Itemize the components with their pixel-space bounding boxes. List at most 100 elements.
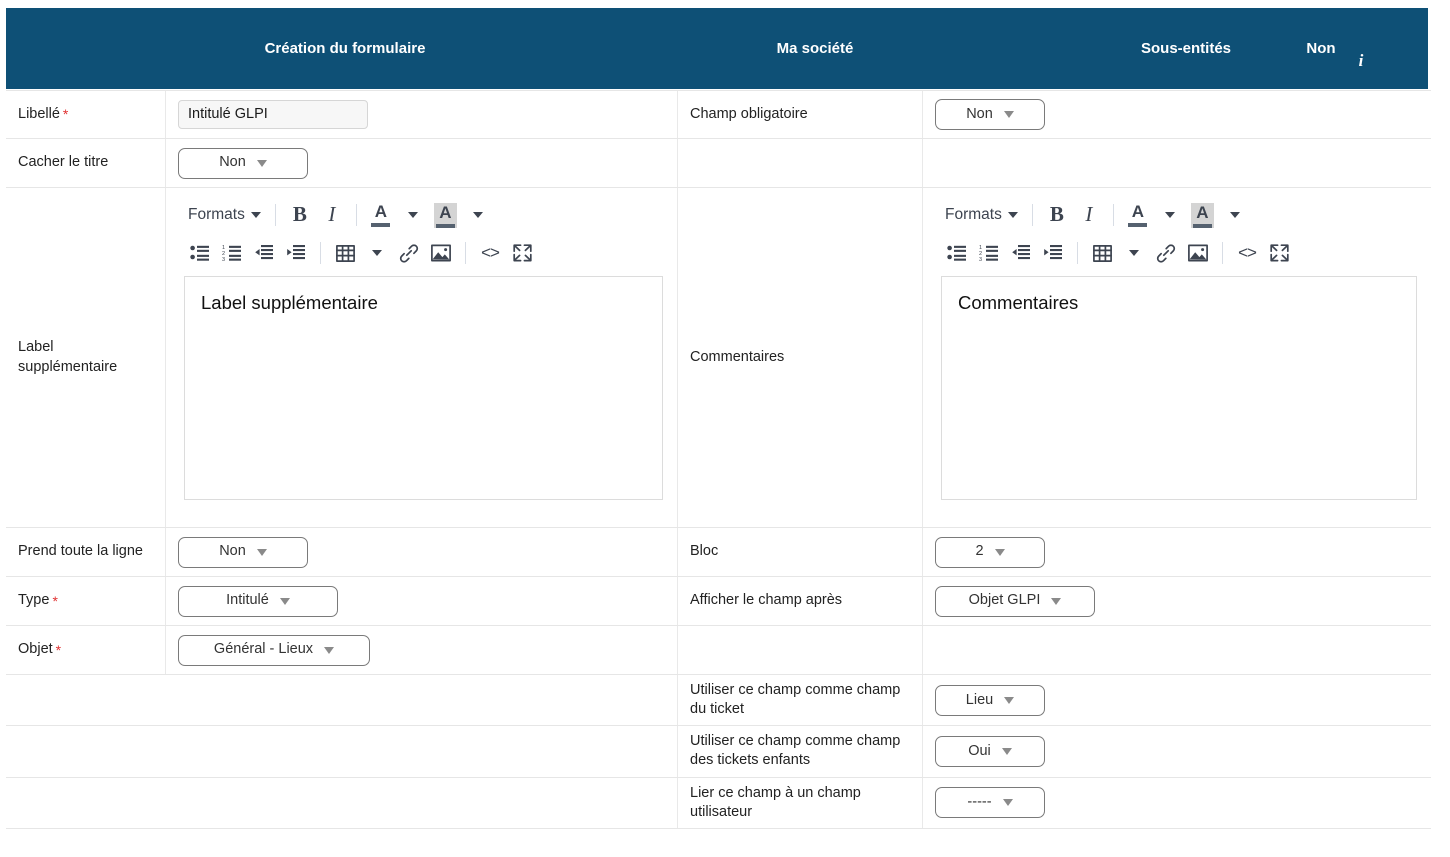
field-label-left-text: Label supplémentaire bbox=[18, 339, 118, 375]
toolbar-divider bbox=[1112, 204, 1114, 226]
entity-name: Ma société bbox=[776, 40, 854, 57]
table-icon[interactable] bbox=[1086, 238, 1118, 268]
background-color-icon[interactable]: A bbox=[1186, 200, 1219, 230]
link-icon[interactable] bbox=[393, 238, 425, 268]
fullscreen-icon[interactable] bbox=[1263, 238, 1295, 268]
dropdown-right-0[interactable]: Non bbox=[935, 99, 1045, 130]
source-code-icon[interactable]: <> bbox=[1231, 238, 1263, 268]
formats-menu-label: Formats bbox=[188, 205, 245, 223]
chevron-down-icon bbox=[324, 646, 335, 654]
chevron-down-icon bbox=[279, 597, 290, 605]
formats-menu-label: Formats bbox=[945, 205, 1002, 223]
field-label-right-text: Utiliser ce champ comme champ du ticket bbox=[690, 682, 901, 718]
chevron-down-icon bbox=[1004, 696, 1015, 704]
rich-text-editor-left: Formats B I A A 1 2 3 <> Label supplémen… bbox=[166, 188, 677, 506]
text-color-icon[interactable]: A bbox=[1122, 200, 1154, 230]
dropdown-left-5[interactable]: Général - Lieux bbox=[178, 634, 370, 666]
outdent-icon[interactable] bbox=[1005, 238, 1037, 268]
field-value-left bbox=[166, 726, 677, 776]
field-value-left: Non bbox=[166, 528, 677, 576]
table-icon[interactable] bbox=[329, 238, 361, 268]
dropdown-value: ----- bbox=[967, 794, 992, 811]
numbered-list-icon[interactable]: 1 2 3 bbox=[973, 238, 1005, 268]
text-input-left-0[interactable]: Intitulé GLPI bbox=[178, 100, 368, 129]
chevron-down-icon bbox=[1051, 597, 1062, 605]
dropdown-right-3[interactable]: 2 bbox=[935, 536, 1045, 568]
field-value-right bbox=[923, 626, 1431, 674]
dropdown-left-4[interactable]: Intitulé bbox=[178, 585, 338, 617]
chevron-down-icon bbox=[1002, 799, 1013, 807]
text-color-dropdown-icon[interactable] bbox=[397, 200, 429, 230]
text-color-icon[interactable]: A bbox=[365, 200, 397, 230]
form-row: Lier ce champ à un champ utilisateur ---… bbox=[6, 777, 1431, 829]
dropdown-right-8[interactable]: ----- bbox=[935, 787, 1045, 819]
field-label-right-text: Commentaires bbox=[690, 348, 785, 365]
information-icon[interactable]: i bbox=[1354, 50, 1368, 70]
field-value-right: Non bbox=[923, 91, 1431, 138]
field-label-left: Cacher le titre bbox=[6, 139, 166, 187]
editor-content-left[interactable]: Label supplémentaire bbox=[184, 276, 663, 500]
toolbar-divider bbox=[274, 204, 276, 226]
bold-icon[interactable]: B bbox=[284, 200, 316, 230]
editor-content-right[interactable]: Commentaires bbox=[941, 276, 1417, 500]
toolbar-divider bbox=[1031, 204, 1033, 226]
table-dropdown-icon[interactable] bbox=[1118, 238, 1150, 268]
fullscreen-icon[interactable] bbox=[506, 238, 538, 268]
dropdown-right-7[interactable]: Oui bbox=[935, 735, 1045, 767]
field-label-left-text: Type bbox=[18, 592, 50, 609]
dropdown-value: Non bbox=[219, 543, 246, 560]
required-marker: * bbox=[52, 592, 58, 609]
subentities-value: Non bbox=[1306, 40, 1336, 57]
editor-toolbar-row-2-right: 1 2 3 <> bbox=[927, 234, 1427, 276]
bullet-list-icon[interactable] bbox=[941, 238, 973, 268]
page-header-bar: Création du formulaire Ma société Sous-e… bbox=[6, 8, 1428, 89]
dropdown-left-3[interactable]: Non bbox=[178, 536, 308, 568]
background-color-dropdown-icon[interactable] bbox=[462, 200, 494, 230]
field-value-right: Formats B I A A 1 2 3 <> Commentaires bbox=[923, 188, 1431, 527]
italic-icon[interactable]: I bbox=[316, 200, 348, 230]
required-marker: * bbox=[55, 641, 62, 658]
indent-icon[interactable] bbox=[1037, 238, 1069, 268]
toolbar-divider bbox=[320, 242, 321, 264]
field-label-right: Afficher le champ après bbox=[677, 577, 923, 625]
link-icon[interactable] bbox=[1150, 238, 1182, 268]
text-color-dropdown-icon[interactable] bbox=[1154, 200, 1186, 230]
outdent-icon[interactable] bbox=[248, 238, 280, 268]
subentities-label: Sous-entités bbox=[1140, 40, 1231, 57]
dropdown-right-6[interactable]: Lieu bbox=[935, 684, 1045, 716]
table-dropdown-icon[interactable] bbox=[361, 238, 393, 268]
dropdown-value: Non bbox=[219, 154, 246, 171]
image-icon[interactable] bbox=[1182, 238, 1214, 268]
field-label-right: Bloc bbox=[677, 528, 923, 576]
chevron-down-icon bbox=[1007, 212, 1018, 218]
chevron-down-icon bbox=[1001, 747, 1012, 755]
bullet-list-icon[interactable] bbox=[184, 238, 216, 268]
field-label-right: Commentaires bbox=[677, 188, 923, 527]
field-value-right: Lieu bbox=[923, 675, 1431, 725]
background-color-icon[interactable]: A bbox=[429, 200, 462, 230]
field-label-left: Objet * bbox=[6, 626, 166, 674]
formats-menu-button[interactable]: Formats bbox=[941, 200, 1024, 230]
numbered-list-icon[interactable]: 1 2 3 bbox=[216, 238, 248, 268]
field-label-left: Libellé * bbox=[6, 91, 166, 138]
field-value-left: Intitulé GLPI bbox=[166, 91, 677, 138]
dropdown-value: Objet GLPI bbox=[968, 592, 1041, 609]
field-label-right-text: Bloc bbox=[690, 543, 719, 560]
field-label-right: Utiliser ce champ comme champ du ticket bbox=[677, 675, 923, 726]
field-value-right: Oui bbox=[923, 726, 1431, 776]
dropdown-left-1[interactable]: Non bbox=[178, 147, 308, 179]
chevron-down-icon bbox=[994, 548, 1005, 556]
form-row: Utiliser ce champ comme champ des ticket… bbox=[6, 726, 1431, 778]
indent-icon[interactable] bbox=[280, 238, 312, 268]
image-icon[interactable] bbox=[425, 238, 457, 268]
formats-menu-button[interactable]: Formats bbox=[184, 200, 267, 230]
toolbar-divider bbox=[1077, 242, 1078, 264]
source-code-icon[interactable]: <> bbox=[474, 238, 506, 268]
background-color-dropdown-icon[interactable] bbox=[1219, 200, 1251, 230]
chevron-down-icon bbox=[256, 159, 267, 167]
italic-icon[interactable]: I bbox=[1073, 200, 1105, 230]
bold-icon[interactable]: B bbox=[1041, 200, 1073, 230]
field-label-left bbox=[6, 726, 166, 776]
form-row: Cacher le titre Non bbox=[6, 139, 1431, 188]
dropdown-right-4[interactable]: Objet GLPI bbox=[935, 585, 1095, 617]
